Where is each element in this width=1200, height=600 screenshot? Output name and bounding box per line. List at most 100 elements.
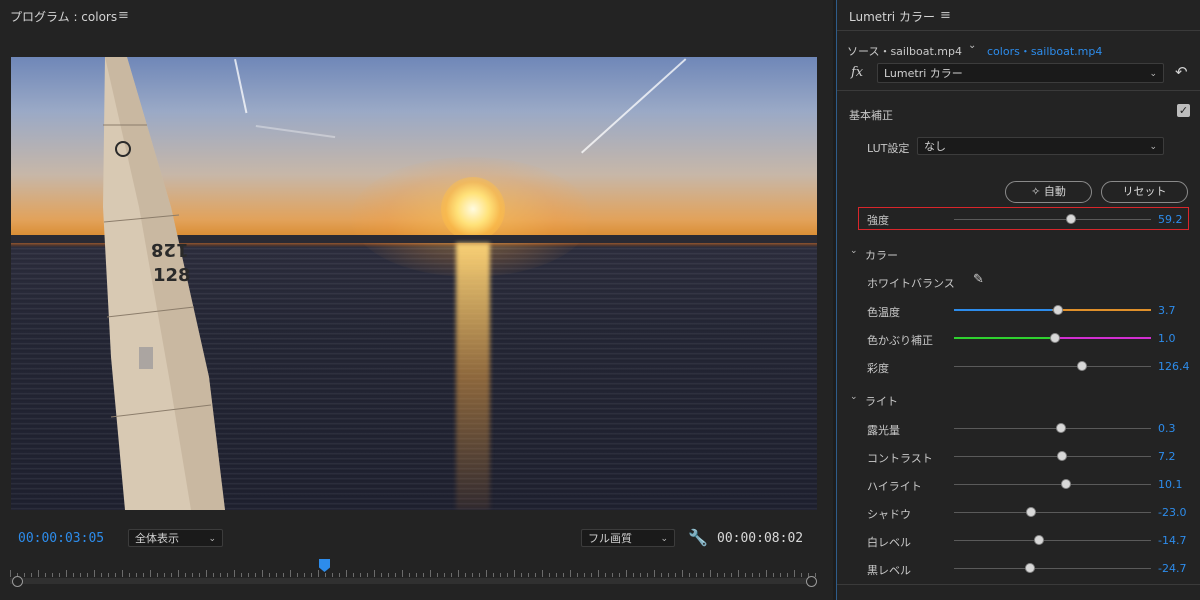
- blacks-slider[interactable]: [954, 568, 1151, 569]
- slider-label: ハイライト: [867, 480, 922, 493]
- auto-button[interactable]: ✧ 自動: [1005, 181, 1092, 203]
- white-balance-label: ホワイトバランス: [867, 277, 955, 290]
- ruler-tick: [346, 570, 347, 577]
- shadows-slider[interactable]: [954, 512, 1151, 513]
- ruler-tick: [794, 570, 795, 577]
- ruler-tick: [136, 573, 137, 577]
- ruler-tick: [633, 573, 634, 577]
- ruler-tick: [738, 570, 739, 577]
- panel-menu-icon[interactable]: ≡: [940, 8, 951, 23]
- exposure-slider[interactable]: [954, 428, 1151, 429]
- ruler-tick: [374, 570, 375, 577]
- saturation-slider[interactable]: [954, 366, 1151, 367]
- wrench-settings-icon[interactable]: 🔧: [688, 528, 708, 547]
- basic-correction-heading[interactable]: 基本補正: [849, 107, 893, 123]
- shadows-value[interactable]: -23.0: [1158, 506, 1186, 519]
- exposure-value[interactable]: 0.3: [1158, 422, 1176, 435]
- intensity-label: 強度: [867, 214, 889, 227]
- resolution-dropdown[interactable]: フル画質 ⌄: [581, 529, 675, 547]
- intensity-slider[interactable]: [954, 219, 1151, 220]
- shadows-slider-knob[interactable]: [1026, 507, 1036, 517]
- basic-correction-checkbox[interactable]: ✓: [1177, 104, 1190, 117]
- ruler-tick: [276, 573, 277, 577]
- whites-slider-knob[interactable]: [1034, 535, 1044, 545]
- ruler-tick: [717, 573, 718, 577]
- source-clip-label[interactable]: ソース・sailboat.mp4: [847, 43, 962, 59]
- ruler-tick: [486, 570, 487, 577]
- ruler-tick: [801, 573, 802, 577]
- ruler-tick: [318, 570, 319, 577]
- ruler-tick: [549, 573, 550, 577]
- temperature-slider-knob[interactable]: [1053, 305, 1063, 315]
- saturation-value[interactable]: 126.4: [1158, 360, 1190, 373]
- ruler-tick: [381, 573, 382, 577]
- video-preview[interactable]: 128 128: [11, 57, 817, 510]
- ruler-tick: [626, 570, 627, 577]
- chevron-down-icon[interactable]: ⌄: [850, 246, 858, 256]
- ruler-tick: [521, 573, 522, 577]
- light-section-heading[interactable]: ライト: [865, 393, 898, 409]
- highlights-value[interactable]: 10.1: [1158, 478, 1183, 491]
- reset-button[interactable]: リセット: [1101, 181, 1188, 203]
- lut-dropdown[interactable]: なし ⌄: [917, 137, 1164, 155]
- highlights-slider[interactable]: [954, 484, 1151, 485]
- ruler-tick: [157, 573, 158, 577]
- tint-value[interactable]: 1.0: [1158, 332, 1176, 345]
- ruler-tick: [353, 573, 354, 577]
- exposure-slider-knob[interactable]: [1056, 423, 1066, 433]
- ruler-tick: [101, 573, 102, 577]
- ruler-tick: [297, 573, 298, 577]
- contrail-2: [581, 58, 687, 154]
- slider-label: 彩度: [867, 362, 889, 375]
- color-section-heading[interactable]: カラー: [865, 247, 898, 263]
- highlights-slider-knob[interactable]: [1061, 479, 1071, 489]
- ruler-tick: [262, 570, 263, 577]
- ruler-tick: [773, 573, 774, 577]
- chevron-down-icon[interactable]: ⌄: [968, 40, 976, 51]
- contrast-slider-knob[interactable]: [1057, 451, 1067, 461]
- ruler-tick: [542, 570, 543, 577]
- ruler-tick: [24, 573, 25, 577]
- ruler-tick: [437, 573, 438, 577]
- reset-effect-icon[interactable]: ↶: [1175, 63, 1188, 81]
- whites-slider[interactable]: [954, 540, 1151, 541]
- ruler-tick: [87, 573, 88, 577]
- ruler-tick: [661, 573, 662, 577]
- target-clip-label[interactable]: colors・sailboat.mp4: [987, 43, 1102, 59]
- zoom-scrollbar[interactable]: [10, 578, 815, 584]
- effect-select[interactable]: Lumetri カラー ⌄: [877, 63, 1164, 83]
- ruler-tick: [290, 570, 291, 577]
- timeline-ruler[interactable]: [10, 565, 816, 577]
- contrast-value[interactable]: 7.2: [1158, 450, 1176, 463]
- ruler-tick: [185, 573, 186, 577]
- divider: [837, 90, 1200, 91]
- tint-slider-knob[interactable]: [1050, 333, 1060, 343]
- ruler-tick: [423, 573, 424, 577]
- temperature-value[interactable]: 3.7: [1158, 304, 1176, 317]
- ruler-tick: [465, 573, 466, 577]
- program-monitor-panel: プログラム : colors ≡ 128 128 00:00:03:05 全体表…: [0, 0, 833, 600]
- eyedropper-icon[interactable]: ✎: [973, 272, 984, 287]
- intensity-value[interactable]: 59.2: [1158, 213, 1183, 226]
- contrast-slider[interactable]: [954, 456, 1151, 457]
- slider-label: 色温度: [867, 306, 900, 319]
- scrollbar-end-handle[interactable]: [806, 576, 817, 587]
- blacks-value[interactable]: -24.7: [1158, 562, 1186, 575]
- whites-value[interactable]: -14.7: [1158, 534, 1186, 547]
- ruler-tick: [528, 573, 529, 577]
- ruler-tick: [675, 573, 676, 577]
- ruler-tick: [682, 570, 683, 577]
- scrollbar-start-handle[interactable]: [12, 576, 23, 587]
- effect-select-value: Lumetri カラー: [884, 67, 963, 80]
- panel-menu-icon[interactable]: ≡: [118, 8, 129, 23]
- current-timecode[interactable]: 00:00:03:05: [18, 531, 104, 546]
- chevron-down-icon: ⌄: [660, 534, 668, 544]
- intensity-slider-knob[interactable]: [1066, 214, 1076, 224]
- ruler-tick: [640, 573, 641, 577]
- saturation-slider-knob[interactable]: [1077, 361, 1087, 371]
- chevron-down-icon[interactable]: ⌄: [850, 392, 858, 402]
- sail-number-bottom: 128: [153, 265, 191, 286]
- ruler-tick: [45, 573, 46, 577]
- blacks-slider-knob[interactable]: [1025, 563, 1035, 573]
- zoom-dropdown[interactable]: 全体表示 ⌄: [128, 529, 223, 547]
